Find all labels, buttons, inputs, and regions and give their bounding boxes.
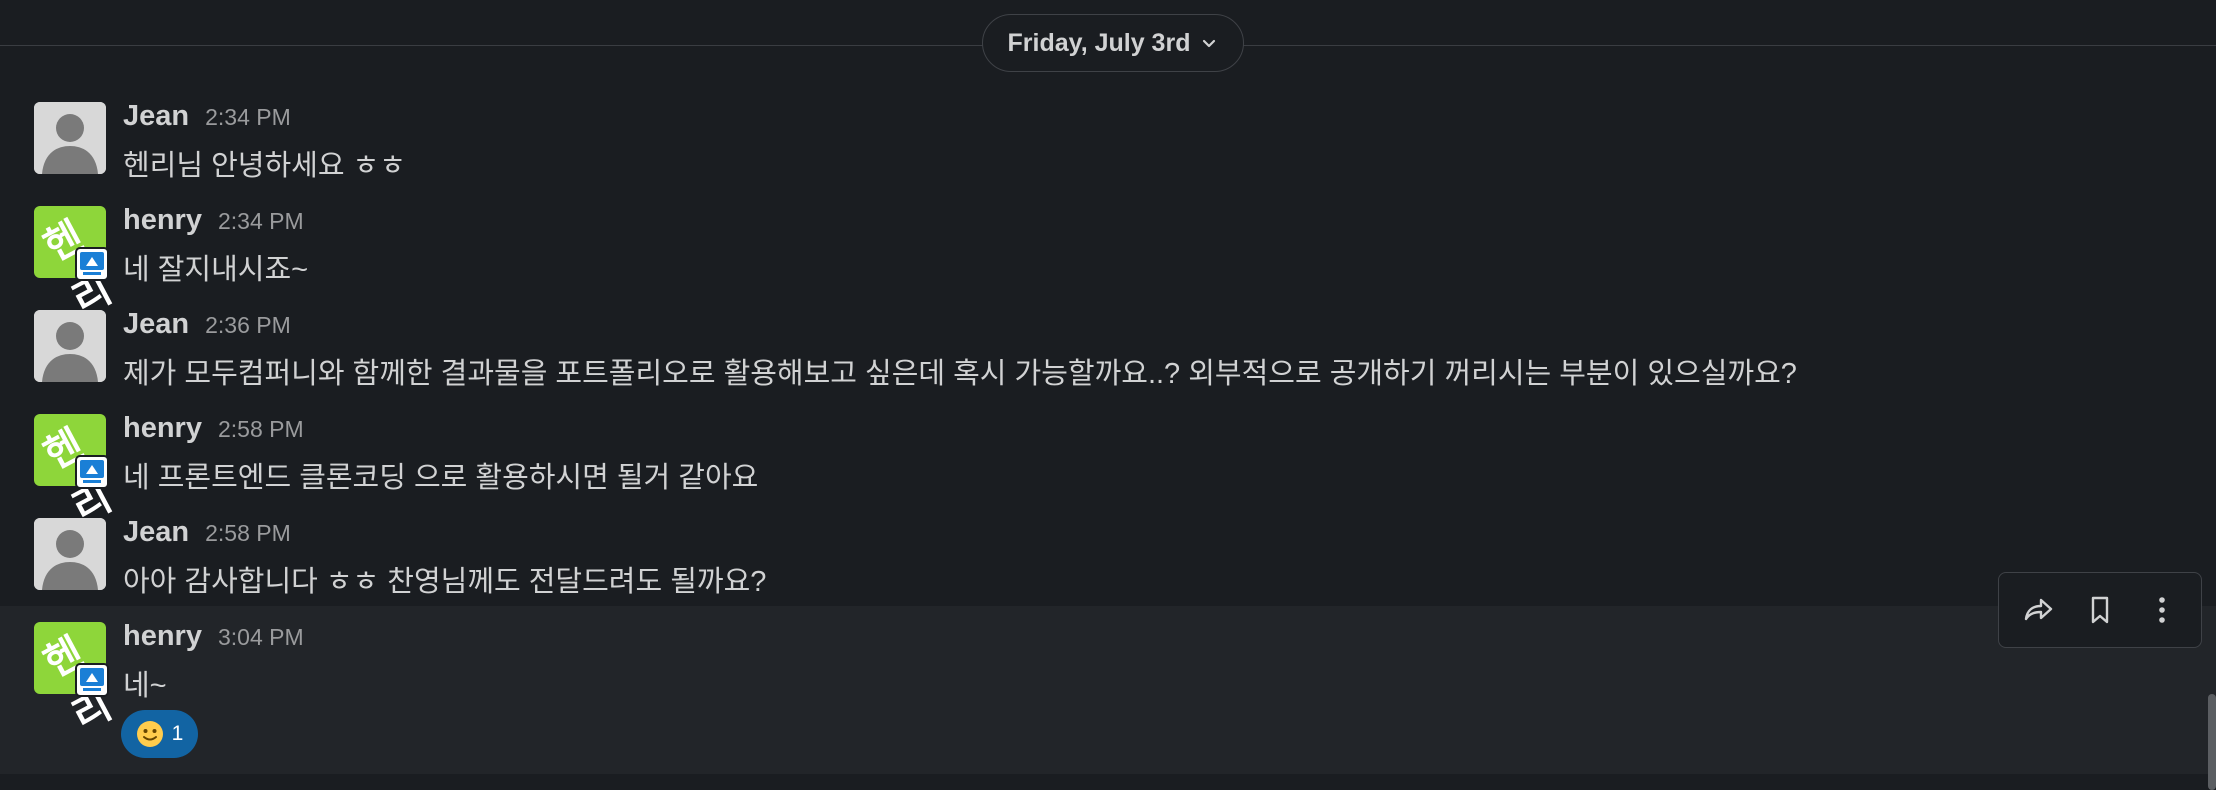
message-timestamp[interactable]: 2:34 PM [205, 104, 291, 131]
avatar[interactable]: 헨리 [34, 414, 119, 532]
default-user-avatar-icon [34, 518, 106, 590]
reaction-pill[interactable]: 1 [121, 710, 198, 758]
sender-name[interactable]: henry [123, 620, 202, 653]
message-row: Jean 2:58 PM 아아 감사합니다 ㅎㅎ 찬영님께도 전달드려도 될까요… [0, 504, 2216, 606]
message-row: Jean 2:34 PM 헨리님 안녕하세요 ㅎㅎ [0, 88, 2216, 192]
message-text: 네 프론트엔드 클론코딩 으로 활용하시면 될거 같아요 [123, 462, 759, 494]
save-message-button[interactable] [2074, 584, 2126, 636]
smiley-face-icon [136, 721, 163, 747]
message-text: 네 잘지내시죠~ [123, 254, 309, 286]
message-text: 제가 모두컴퍼니와 함께한 결과물을 포트폴리오로 활용해보고 싶은데 혹시 가… [123, 358, 1797, 390]
message-timestamp[interactable]: 2:34 PM [218, 208, 304, 235]
default-user-avatar-icon [34, 310, 106, 382]
share-message-button[interactable] [2012, 584, 2064, 636]
sender-name[interactable]: Jean [123, 308, 189, 341]
workspace-badge-icon [75, 663, 109, 697]
workspace-badge-icon [75, 455, 109, 489]
message-row: Jean 2:36 PM 제가 모두컴퍼니와 함께한 결과물을 포트폴리오로 활… [0, 296, 2216, 400]
message-timestamp[interactable]: 2:58 PM [218, 416, 304, 443]
message-row: 헨리 henry 3:04 PM 네~ 1 [0, 606, 2216, 774]
avatar[interactable]: 헨리 [34, 206, 119, 324]
sender-name[interactable]: henry [123, 204, 202, 237]
share-forward-icon [2024, 598, 2053, 621]
date-divider: Friday, July 3rd [0, 0, 2216, 88]
message-text: 아아 감사합니다 ㅎㅎ 찬영님께도 전달드려도 될까요? [123, 566, 767, 598]
default-user-avatar-icon [34, 102, 106, 174]
scrollbar-thumb[interactable] [2208, 694, 2216, 790]
workspace-badge-icon [75, 247, 109, 281]
message-actions-toolbar [1998, 572, 2202, 648]
avatar[interactable] [34, 518, 106, 590]
message-row: 헨리 henry 2:34 PM 네 잘지내시죠~ [0, 192, 2216, 324]
chevron-down-icon [1203, 39, 1216, 48]
more-vertical-icon [2159, 597, 2165, 623]
message-timestamp[interactable]: 3:04 PM [218, 624, 304, 651]
message-text: 네~ [123, 670, 167, 702]
avatar[interactable] [34, 102, 106, 174]
more-actions-button[interactable] [2136, 584, 2188, 636]
reaction-count: 1 [171, 722, 184, 745]
date-label: Friday, July 3rd [1007, 28, 1191, 57]
message-timestamp[interactable]: 2:36 PM [205, 312, 291, 339]
message-row: 헨리 henry 2:58 PM 네 프론트엔드 클론코딩 으로 활용하시면 될… [0, 400, 2216, 532]
message-text: 헨리님 안녕하세요 ㅎㅎ [123, 150, 406, 182]
avatar[interactable] [34, 310, 106, 382]
bookmark-icon [2091, 596, 2109, 624]
avatar[interactable]: 헨리 [34, 622, 119, 740]
sender-name[interactable]: henry [123, 412, 202, 445]
sender-name[interactable]: Jean [123, 100, 189, 133]
sender-name[interactable]: Jean [123, 516, 189, 549]
date-jump-button[interactable]: Friday, July 3rd [982, 14, 1244, 72]
message-timestamp[interactable]: 2:58 PM [205, 520, 291, 547]
